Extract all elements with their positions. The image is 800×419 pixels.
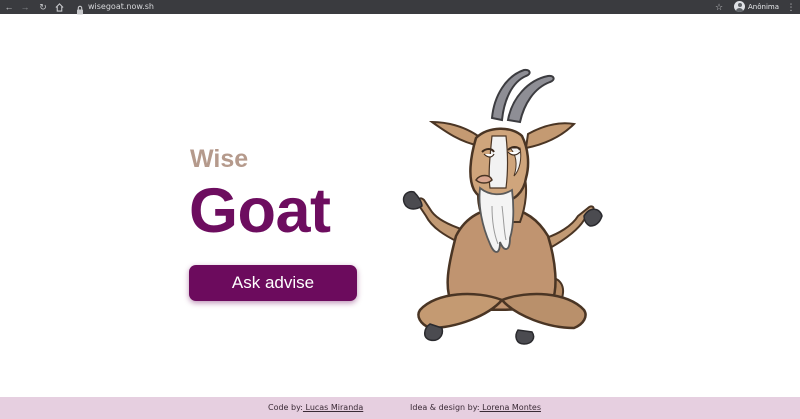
back-arrow-icon[interactable]: ← xyxy=(4,2,14,12)
browser-toolbar: ← → ↻ wisegoat.now.sh ☆ Anônima ⋮ xyxy=(0,0,800,15)
reload-icon[interactable]: ↻ xyxy=(38,2,48,12)
page-footer: Code by: Lucas Miranda Idea & design by:… xyxy=(0,397,800,419)
code-credit: Code by: Lucas Miranda xyxy=(268,403,363,412)
lock-icon xyxy=(76,2,84,15)
design-credit-label: Idea & design by: xyxy=(410,403,480,412)
code-credit-label: Code by: xyxy=(268,403,303,412)
meditating-goat-illustration xyxy=(402,68,603,345)
profile-avatar-icon xyxy=(734,1,745,12)
star-icon[interactable]: ☆ xyxy=(714,2,724,12)
design-credit: Idea & design by: Lorena Montes xyxy=(410,403,541,412)
forward-arrow-icon[interactable]: → xyxy=(20,2,30,12)
hero-subtitle: Wise xyxy=(190,145,249,173)
home-icon[interactable] xyxy=(54,2,64,12)
more-menu-icon[interactable]: ⋮ xyxy=(786,2,796,12)
code-author-link[interactable]: Lucas Miranda xyxy=(303,403,363,412)
hero-title: Goat xyxy=(189,176,331,246)
ask-advise-button[interactable]: Ask advise xyxy=(189,265,357,301)
profile-button[interactable]: Anônima xyxy=(734,1,779,12)
profile-name: Anônima xyxy=(748,2,779,11)
address-bar-url[interactable]: wisegoat.now.sh xyxy=(88,1,154,13)
design-author-link[interactable]: Lorena Montes xyxy=(480,403,541,412)
